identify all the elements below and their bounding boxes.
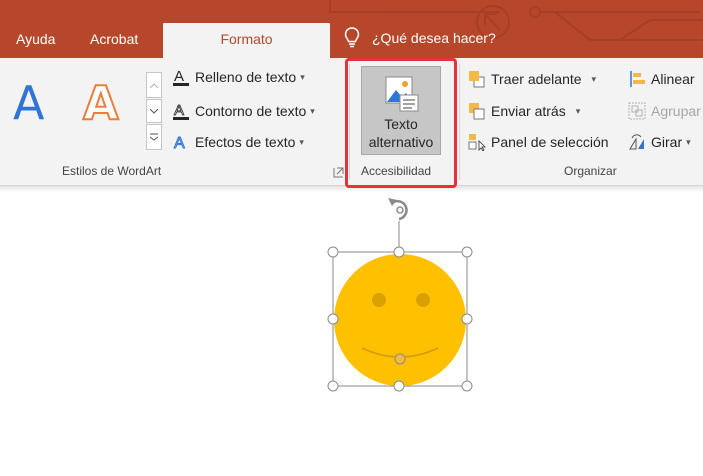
text-fill-icon: A: [173, 68, 189, 86]
group-label-wordart-styles: Estilos de WordArt: [62, 164, 162, 178]
rotate-label: Girar: [651, 134, 683, 150]
bring-forward-button[interactable]: Traer adelante ▾: [468, 70, 596, 88]
send-backward-label: Enviar atrás: [491, 103, 566, 119]
dropdown-arrow-icon: ▾: [686, 136, 691, 147]
alt-text-highlight-box: [345, 58, 457, 188]
text-outline-icon: A: [173, 102, 189, 120]
tab-ayuda[interactable]: Ayuda: [16, 31, 55, 47]
tab-formato-label: Formato: [220, 31, 273, 47]
adjust-handle[interactable]: [394, 353, 406, 365]
ribbon-tab-bar: Ayuda Acrobat ¿Qué desea hacer?: [0, 0, 703, 58]
smiley-right-eye: [416, 293, 430, 307]
resize-handle-bottom-left[interactable]: [327, 380, 339, 392]
align-label: Alinear: [651, 71, 695, 87]
gallery-more-button[interactable]: [146, 124, 162, 150]
resize-handle-top-left[interactable]: [327, 246, 339, 258]
dropdown-arrow-icon: ▾: [300, 71, 305, 82]
resize-handle-bottom-right[interactable]: [461, 380, 473, 392]
smiley-left-eye: [372, 293, 386, 307]
align-icon: [630, 71, 645, 87]
resize-handle-right[interactable]: [461, 313, 473, 325]
gallery-scroll-down-button[interactable]: [146, 99, 162, 123]
tab-acrobat[interactable]: Acrobat: [90, 31, 138, 47]
group-objects-label: Agrupar: [651, 103, 701, 119]
rotate-handle-icon[interactable]: [388, 198, 408, 221]
text-outline-label: Contorno de texto: [195, 103, 307, 119]
group-objects-icon: [628, 102, 646, 120]
text-outline-button[interactable]: A Contorno de texto ▾: [172, 102, 315, 120]
dropdown-arrow-icon: ▾: [575, 105, 581, 116]
resize-handle-top-right[interactable]: [461, 246, 473, 258]
send-backward-icon: [469, 103, 485, 120]
more-icon: [150, 133, 158, 141]
rotate-button[interactable]: Girar ▾: [628, 133, 691, 151]
group-separator: [459, 64, 460, 180]
send-backward-button[interactable]: Enviar atrás ▾: [468, 102, 580, 120]
chevron-up-icon: [150, 82, 158, 88]
bring-forward-icon: [469, 71, 485, 88]
slide-canvas[interactable]: [0, 192, 703, 476]
selection-pane-label: Panel de selección: [491, 134, 609, 150]
smiley-shape[interactable]: [327, 198, 473, 392]
smiley-face[interactable]: [334, 254, 466, 386]
tell-me-box[interactable]: ¿Qué desea hacer?: [344, 27, 496, 49]
dropdown-arrow-icon: ▾: [591, 73, 597, 84]
svg-text:A: A: [174, 102, 184, 119]
lightbulb-icon: [344, 27, 360, 48]
tab-formato[interactable]: Formato: [163, 23, 330, 61]
dialog-launcher-icon[interactable]: [333, 167, 344, 178]
gallery-scroll-up-button[interactable]: [146, 72, 162, 98]
resize-handle-bottom[interactable]: [393, 380, 405, 392]
resize-handle-left[interactable]: [327, 313, 339, 325]
chevron-down-icon: [150, 108, 158, 114]
text-fill-button[interactable]: A Relleno de texto ▾: [172, 68, 305, 86]
tell-me-text: ¿Qué desea hacer?: [372, 30, 496, 46]
dropdown-arrow-icon: ▾: [310, 105, 315, 116]
selection-pane-icon: [468, 134, 486, 151]
text-effects-icon: A: [174, 135, 186, 152]
align-button[interactable]: Alinear: [628, 70, 695, 88]
group-objects-button[interactable]: Agrupar: [628, 102, 701, 120]
text-effects-button[interactable]: A Efectos de texto ▾: [172, 133, 304, 151]
group-label-arrange: Organizar: [564, 164, 617, 178]
text-effects-label: Efectos de texto: [195, 134, 296, 150]
svg-text:A: A: [174, 135, 185, 151]
rotate-icon: [629, 134, 644, 150]
wordart-style-blue[interactable]: A: [13, 80, 44, 126]
text-fill-label: Relleno de texto: [195, 69, 297, 85]
selection-pane-button[interactable]: Panel de selección: [468, 133, 609, 151]
bring-forward-label: Traer adelante: [491, 71, 582, 87]
wordart-style-orange-outline[interactable]: A: [82, 79, 120, 127]
resize-handle-top[interactable]: [393, 246, 405, 258]
svg-text:A: A: [174, 68, 184, 85]
dropdown-arrow-icon: ▾: [299, 136, 304, 147]
